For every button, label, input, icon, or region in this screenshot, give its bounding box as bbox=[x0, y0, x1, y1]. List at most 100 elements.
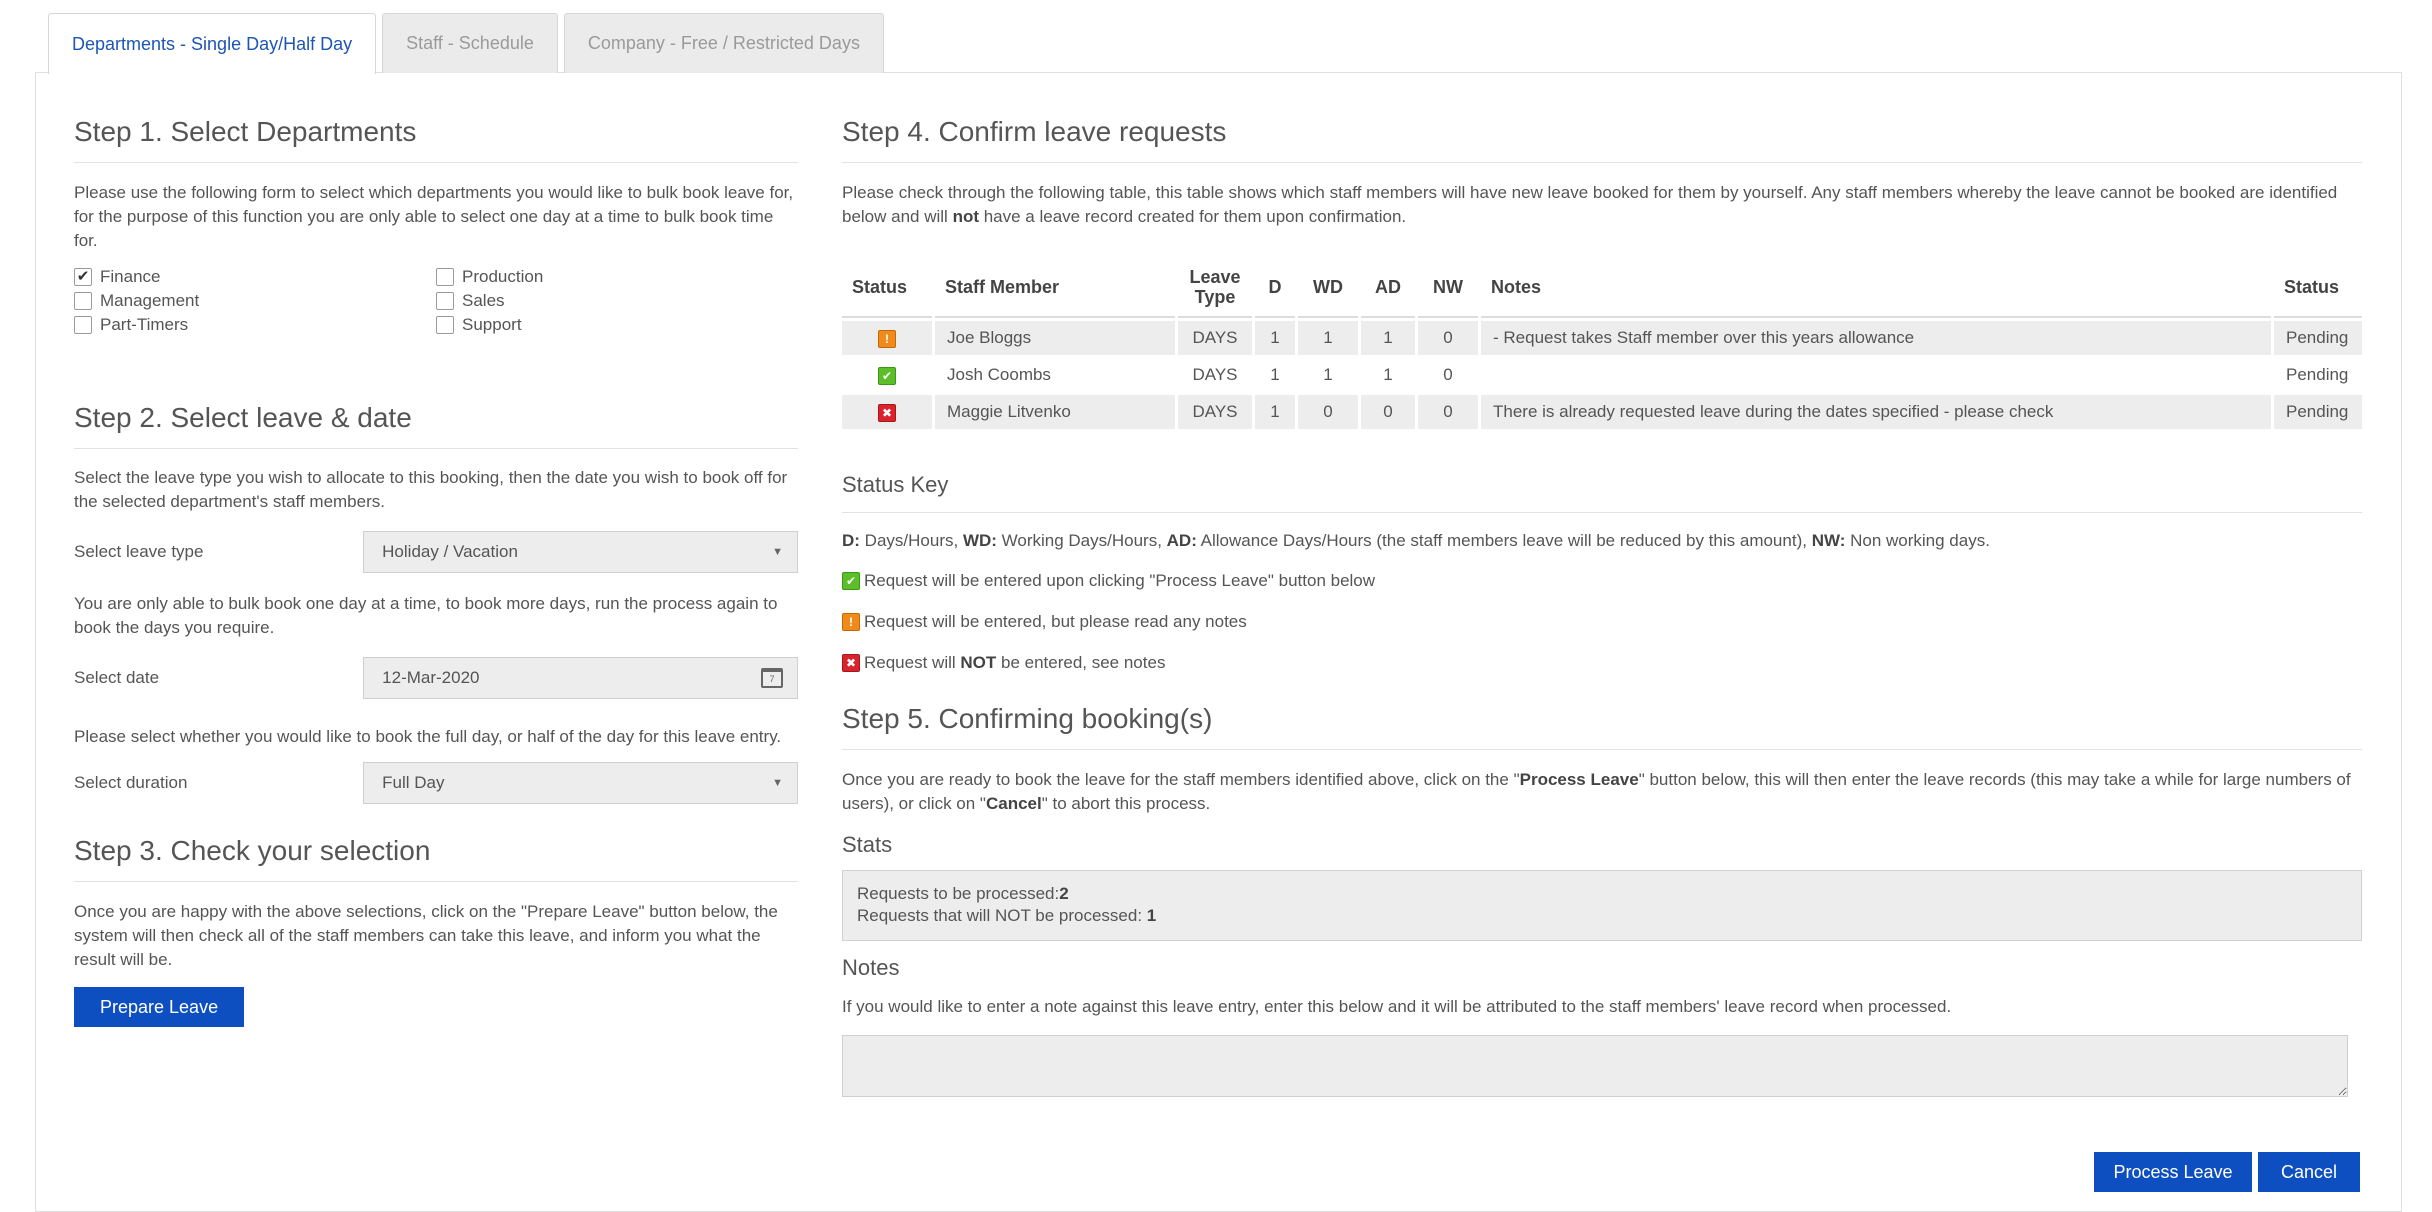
notes-description: If you would like to enter a note agains… bbox=[842, 997, 1952, 1016]
ok-icon: ✔ bbox=[878, 366, 896, 385]
col-leave-type-line1: Leave bbox=[1189, 267, 1241, 287]
row-notes: There is already requested leave during … bbox=[1481, 395, 2271, 429]
row-ad: 1 bbox=[1361, 321, 1415, 355]
notes-title: Notes bbox=[842, 955, 900, 980]
ok-icon: ✔ bbox=[842, 572, 860, 590]
checkbox-icon[interactable] bbox=[436, 315, 454, 334]
row-wd: 1 bbox=[1298, 321, 1358, 355]
table-row: ✔ Josh Coombs DAYS 1 1 1 0 Pending bbox=[842, 358, 2362, 392]
leave-type-row: Select leave type Holiday / Vacation ▼ bbox=[74, 530, 798, 574]
row-status-cell: ! bbox=[842, 321, 932, 355]
step5-description: Once you are ready to book the leave for… bbox=[842, 768, 2362, 816]
department-label: Finance bbox=[100, 266, 161, 286]
department-finance[interactable]: ✔ Finance bbox=[74, 265, 436, 288]
col-notes: Notes bbox=[1481, 258, 2271, 318]
stats-not-processed: Requests that will NOT be processed: 1 bbox=[857, 905, 2347, 927]
step3-title: Step 3. Check your selection bbox=[74, 835, 798, 882]
tab-staff-schedule[interactable]: Staff - Schedule bbox=[382, 13, 558, 73]
department-management[interactable]: Management bbox=[74, 289, 436, 312]
row-status-cell: ✖ bbox=[842, 395, 932, 429]
legend-abbr: NW: bbox=[1811, 531, 1846, 550]
department-part-timers[interactable]: Part-Timers bbox=[74, 313, 436, 336]
duration-label: Select duration bbox=[74, 773, 188, 792]
row-type: DAYS bbox=[1178, 395, 1252, 429]
department-label: Part-Timers bbox=[100, 314, 189, 334]
tab-company-free-restricted-days[interactable]: Company - Free / Restricted Days bbox=[563, 13, 884, 73]
warning-icon: ! bbox=[878, 329, 896, 348]
step5-desc-bold: Cancel bbox=[985, 794, 1042, 813]
status-key-error: ✖ Request will NOT be entered, see notes bbox=[842, 651, 2362, 675]
date-value: 12-Mar-2020 bbox=[382, 668, 480, 687]
status-key-ok: ✔ Request will be entered upon clicking … bbox=[842, 569, 2362, 593]
step1-title: Step 1. Select Departments bbox=[74, 116, 798, 163]
calendar-icon[interactable]: 7 bbox=[761, 668, 783, 688]
status-key-error-bold: NOT bbox=[960, 653, 997, 672]
status-key-ok-text: Request will be entered upon clicking "P… bbox=[864, 571, 1376, 590]
step5-desc-bold: Process Leave bbox=[1519, 770, 1639, 789]
col-wd: WD bbox=[1298, 258, 1358, 318]
department-sales[interactable]: Sales bbox=[436, 289, 798, 312]
leave-type-select[interactable]: Holiday / Vacation ▼ bbox=[363, 531, 798, 573]
department-label: Management bbox=[100, 290, 200, 310]
notes-textarea[interactable] bbox=[842, 1035, 2348, 1097]
status-key-warning: ! Request will be entered, but please re… bbox=[842, 610, 2362, 634]
legend-abbr: AD: bbox=[1166, 531, 1197, 550]
step1-description: Please use the following form to select … bbox=[74, 183, 794, 250]
step4-desc-bold: not bbox=[952, 207, 979, 226]
status-key-title: Status Key bbox=[842, 472, 2362, 513]
status-key-warning-text: Request will be entered, but please read… bbox=[864, 612, 1247, 631]
step5-title: Step 5. Confirming booking(s) bbox=[842, 703, 2362, 750]
date-note: You are only able to bulk book one day a… bbox=[74, 594, 778, 637]
row-status: Pending bbox=[2274, 395, 2362, 429]
department-production[interactable]: Production bbox=[436, 265, 798, 288]
department-label: Production bbox=[462, 266, 544, 286]
col-leave-type-line2: Type bbox=[1194, 287, 1236, 307]
prepare-leave-button[interactable]: Prepare Leave bbox=[74, 987, 245, 1027]
step4-description: Please check through the following table… bbox=[842, 181, 2362, 229]
col-status: Status bbox=[842, 258, 932, 318]
checkbox-icon[interactable] bbox=[436, 267, 454, 286]
row-staff: Josh Coombs bbox=[947, 365, 1051, 384]
date-input[interactable]: 12-Mar-2020 7 bbox=[363, 657, 798, 699]
tab-bar: Departments - Single Day/Half Day Staff … bbox=[48, 13, 884, 74]
row-status: Pending bbox=[2274, 321, 2362, 355]
cancel-button[interactable]: Cancel bbox=[2258, 1152, 2360, 1192]
legend-text: Allowance Days/Hours (the staff members … bbox=[1196, 531, 1812, 550]
process-leave-button[interactable]: Process Leave bbox=[2094, 1152, 2252, 1192]
leave-requests-table: Status Staff Member Leave Type D WD AD NW… bbox=[839, 255, 2365, 432]
duration-row: Select duration Full Day ▼ bbox=[74, 761, 798, 805]
chevron-down-icon: ▼ bbox=[772, 546, 783, 558]
department-label: Sales bbox=[462, 290, 505, 310]
row-d: 1 bbox=[1270, 365, 1280, 384]
step5-desc-text: " to abort this process. bbox=[1041, 794, 1211, 813]
department-support[interactable]: Support bbox=[436, 313, 798, 336]
col-nw: NW bbox=[1418, 258, 1478, 318]
legend-abbr: WD: bbox=[962, 531, 997, 550]
checkbox-checked-icon[interactable]: ✔ bbox=[74, 267, 92, 286]
tab-departments-single-day[interactable]: Departments - Single Day/Half Day bbox=[48, 13, 377, 74]
stats-not-processed-value: 1 bbox=[1146, 906, 1157, 925]
duration-select[interactable]: Full Day ▼ bbox=[363, 762, 798, 804]
row-notes bbox=[1481, 358, 2271, 392]
row-d: 1 bbox=[1255, 395, 1295, 429]
date-label: Select date bbox=[74, 668, 160, 687]
status-key-error-pre: Request will bbox=[864, 653, 961, 672]
left-column: Step 1. Select Departments Please use th… bbox=[74, 116, 798, 1027]
status-key-error-post: be entered, see notes bbox=[996, 653, 1166, 672]
row-ad: 1 bbox=[1383, 365, 1393, 384]
error-icon: ✖ bbox=[878, 403, 896, 422]
row-type: DAYS bbox=[1178, 321, 1252, 355]
table-row: ! Joe Bloggs DAYS 1 1 1 0 - Request take… bbox=[842, 321, 2362, 355]
legend-text: Days/Hours, bbox=[859, 531, 963, 550]
step5-desc-text: Once you are ready to book the leave for… bbox=[842, 770, 1520, 789]
checkbox-icon[interactable] bbox=[436, 291, 454, 310]
col-ad: AD bbox=[1361, 258, 1415, 318]
stats-box: Requests to be processed:2 Requests that… bbox=[842, 870, 2362, 941]
row-wd: 0 bbox=[1298, 395, 1358, 429]
stats-processed: Requests to be processed:2 bbox=[857, 883, 2347, 905]
date-row: Select date 12-Mar-2020 7 bbox=[74, 656, 798, 700]
legend-text: Working Days/Hours, bbox=[996, 531, 1167, 550]
checkbox-icon[interactable] bbox=[74, 291, 92, 310]
row-nw: 0 bbox=[1418, 395, 1478, 429]
checkbox-icon[interactable] bbox=[74, 315, 92, 334]
